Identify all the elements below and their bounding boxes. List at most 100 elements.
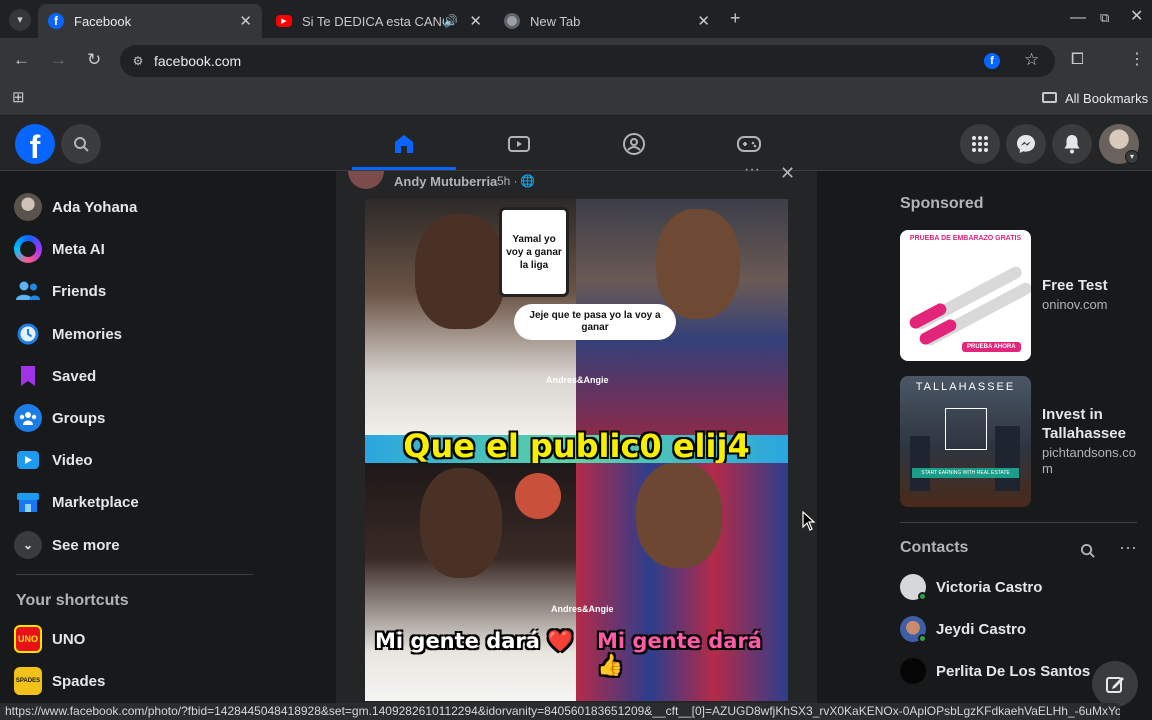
- chrome-icon: [504, 13, 520, 29]
- avatar: [900, 616, 927, 643]
- sidebar-item-profile[interactable]: Ada Yohana: [14, 187, 254, 227]
- address-text[interactable]: facebook.com: [154, 53, 241, 69]
- contact-item[interactable]: Perlita De Los Santos: [900, 655, 1090, 687]
- menu-icon[interactable]: ⋮: [1129, 52, 1145, 68]
- search-button[interactable]: [61, 124, 101, 164]
- see-more-button[interactable]: ⌄ See more: [14, 525, 254, 565]
- red-light: [515, 473, 561, 519]
- speech-bubble: Yamal yo voy a ganar la liga: [499, 207, 569, 297]
- uno-game-icon: UNO: [14, 625, 42, 653]
- facebook-logo[interactable]: f: [15, 124, 55, 165]
- memories-icon: [14, 320, 42, 348]
- player-head: [636, 463, 722, 568]
- sidebar-item-label: Video: [52, 451, 93, 469]
- post-options-icon[interactable]: ···: [744, 161, 760, 179]
- groups-icon: [14, 404, 42, 432]
- friends-icon: [14, 277, 42, 305]
- tab-search-icon[interactable]: ▾: [9, 9, 31, 31]
- ad-image-tallahassee[interactable]: TALLAHASSEE START EARNING WITH REAL ESTA…: [900, 376, 1031, 507]
- shortcuts-title: Your shortcuts: [16, 592, 129, 609]
- speaker-icon[interactable]: 🔊: [443, 14, 458, 28]
- building-silhouette: [995, 426, 1020, 491]
- ad-title[interactable]: Free Test: [1042, 277, 1108, 294]
- tab-facebook[interactable]: f Facebook ✕: [38, 4, 262, 38]
- back-icon[interactable]: ←: [13, 51, 30, 68]
- browser-tab-strip: ▾ f Facebook ✕ ▶ Si Te DEDICA esta CANCI…: [0, 0, 1152, 38]
- new-message-button[interactable]: [1092, 661, 1138, 707]
- close-icon[interactable]: ✕: [697, 12, 710, 30]
- contact-name: Jeydi Castro: [936, 620, 1027, 638]
- sidebar-item-label: Groups: [52, 409, 106, 427]
- site-info-icon[interactable]: ⚙: [128, 51, 148, 71]
- nav-home[interactable]: [384, 128, 424, 160]
- avatar: [14, 193, 42, 221]
- close-icon[interactable]: ✕: [469, 12, 482, 30]
- contact-item[interactable]: Jeydi Castro: [900, 613, 1026, 645]
- tab-title: Si Te DEDICA esta CANCIÓN: [302, 13, 444, 29]
- chevron-down-icon[interactable]: ▾: [1125, 150, 1139, 164]
- sidebar-item-saved[interactable]: Saved: [14, 356, 254, 396]
- ad-image-pregnancy-test[interactable]: PRUEBA DE EMBARAZO GRATIS PRUEBA AHORA: [900, 230, 1031, 361]
- ad-title[interactable]: Invest in Tallahassee: [1042, 405, 1142, 443]
- spades-game-icon: SPADES: [14, 667, 42, 695]
- all-bookmarks-link[interactable]: All Bookmarks: [1065, 91, 1148, 106]
- sidebar-item-label: Marketplace: [52, 493, 139, 511]
- post-author[interactable]: Andy Mutuberria: [394, 174, 497, 189]
- nav-video[interactable]: [499, 128, 539, 160]
- shortcut-uno[interactable]: UNO UNO: [14, 619, 254, 659]
- forward-icon[interactable]: →: [50, 51, 67, 68]
- meta-ai-icon: [14, 235, 42, 263]
- messenger-button[interactable]: [1006, 124, 1046, 164]
- extensions-icon[interactable]: ⧠: [1071, 52, 1084, 68]
- tab-youtube[interactable]: ▶ Si Te DEDICA esta CANCIÓN 🔊 ✕: [268, 4, 492, 38]
- folder-icon: [1042, 92, 1057, 103]
- sidebar-item-groups[interactable]: Groups: [14, 398, 254, 438]
- nav-groups[interactable]: [614, 128, 654, 160]
- apps-grid-icon[interactable]: ⊞: [12, 90, 25, 106]
- search-icon[interactable]: [1080, 543, 1095, 558]
- banner-text: Que el public0 elij4: [403, 427, 750, 465]
- speech-bubble: Jeje que te pasa yo la voy a ganar: [514, 304, 676, 340]
- sidebar-item-meta-ai[interactable]: Meta AI: [14, 229, 254, 269]
- close-icon[interactable]: ✕: [239, 12, 252, 30]
- contact-item[interactable]: Victoria Castro: [900, 571, 1042, 603]
- sidebar-item-friends[interactable]: Friends: [14, 271, 254, 311]
- sidebar-item-label: Saved: [52, 367, 97, 385]
- saved-icon: [14, 362, 42, 390]
- facebook-extension-icon[interactable]: f: [984, 53, 1000, 69]
- sidebar-item-label: Memories: [52, 325, 123, 343]
- author-avatar[interactable]: [348, 171, 384, 189]
- minimize-icon[interactable]: —: [1070, 10, 1086, 26]
- new-tab-icon[interactable]: +: [730, 9, 741, 27]
- close-post-icon[interactable]: ✕: [780, 163, 795, 184]
- home-active-indicator: [352, 167, 456, 170]
- player-head: [420, 468, 502, 578]
- sidebar-item-label: Spades: [52, 672, 106, 690]
- ad-domain: pichtandsons.com: [1042, 445, 1136, 476]
- watermark: Andres&Angie: [551, 604, 614, 614]
- groups-icon: [623, 133, 645, 155]
- avatar: [900, 658, 926, 684]
- sidebar-item-marketplace[interactable]: Marketplace: [14, 482, 254, 522]
- ad-logo-badge: [945, 408, 987, 450]
- menu-grid-icon: [972, 136, 988, 152]
- notifications-button[interactable]: [1052, 124, 1092, 164]
- sidebar-item-memories[interactable]: Memories: [14, 314, 254, 354]
- address-bar[interactable]: ⚙ facebook.com f ☆: [120, 45, 1055, 77]
- close-window-icon[interactable]: ✕: [1130, 9, 1143, 25]
- tab-new-tab[interactable]: New Tab ✕: [496, 4, 720, 38]
- nav-gaming[interactable]: [729, 128, 769, 160]
- post-time[interactable]: 5h ·: [497, 174, 518, 188]
- sidebar-item-video[interactable]: Video: [14, 440, 254, 480]
- restore-icon[interactable]: ⧉: [1100, 10, 1109, 26]
- compose-icon: [1106, 677, 1124, 693]
- post-image[interactable]: Yamal yo voy a ganar la liga Jeje que te…: [365, 199, 788, 701]
- more-options-icon[interactable]: ···: [1119, 537, 1137, 558]
- facebook-icon: f: [48, 13, 64, 29]
- sidebar-item-label: Meta AI: [52, 240, 105, 258]
- bookmark-star-icon[interactable]: ☆: [1024, 50, 1039, 70]
- reload-icon[interactable]: ↻: [87, 51, 101, 68]
- menu-grid-button[interactable]: [960, 124, 1000, 164]
- shortcut-spades[interactable]: SPADES Spades: [14, 661, 254, 701]
- globe-icon: 🌐: [520, 174, 535, 188]
